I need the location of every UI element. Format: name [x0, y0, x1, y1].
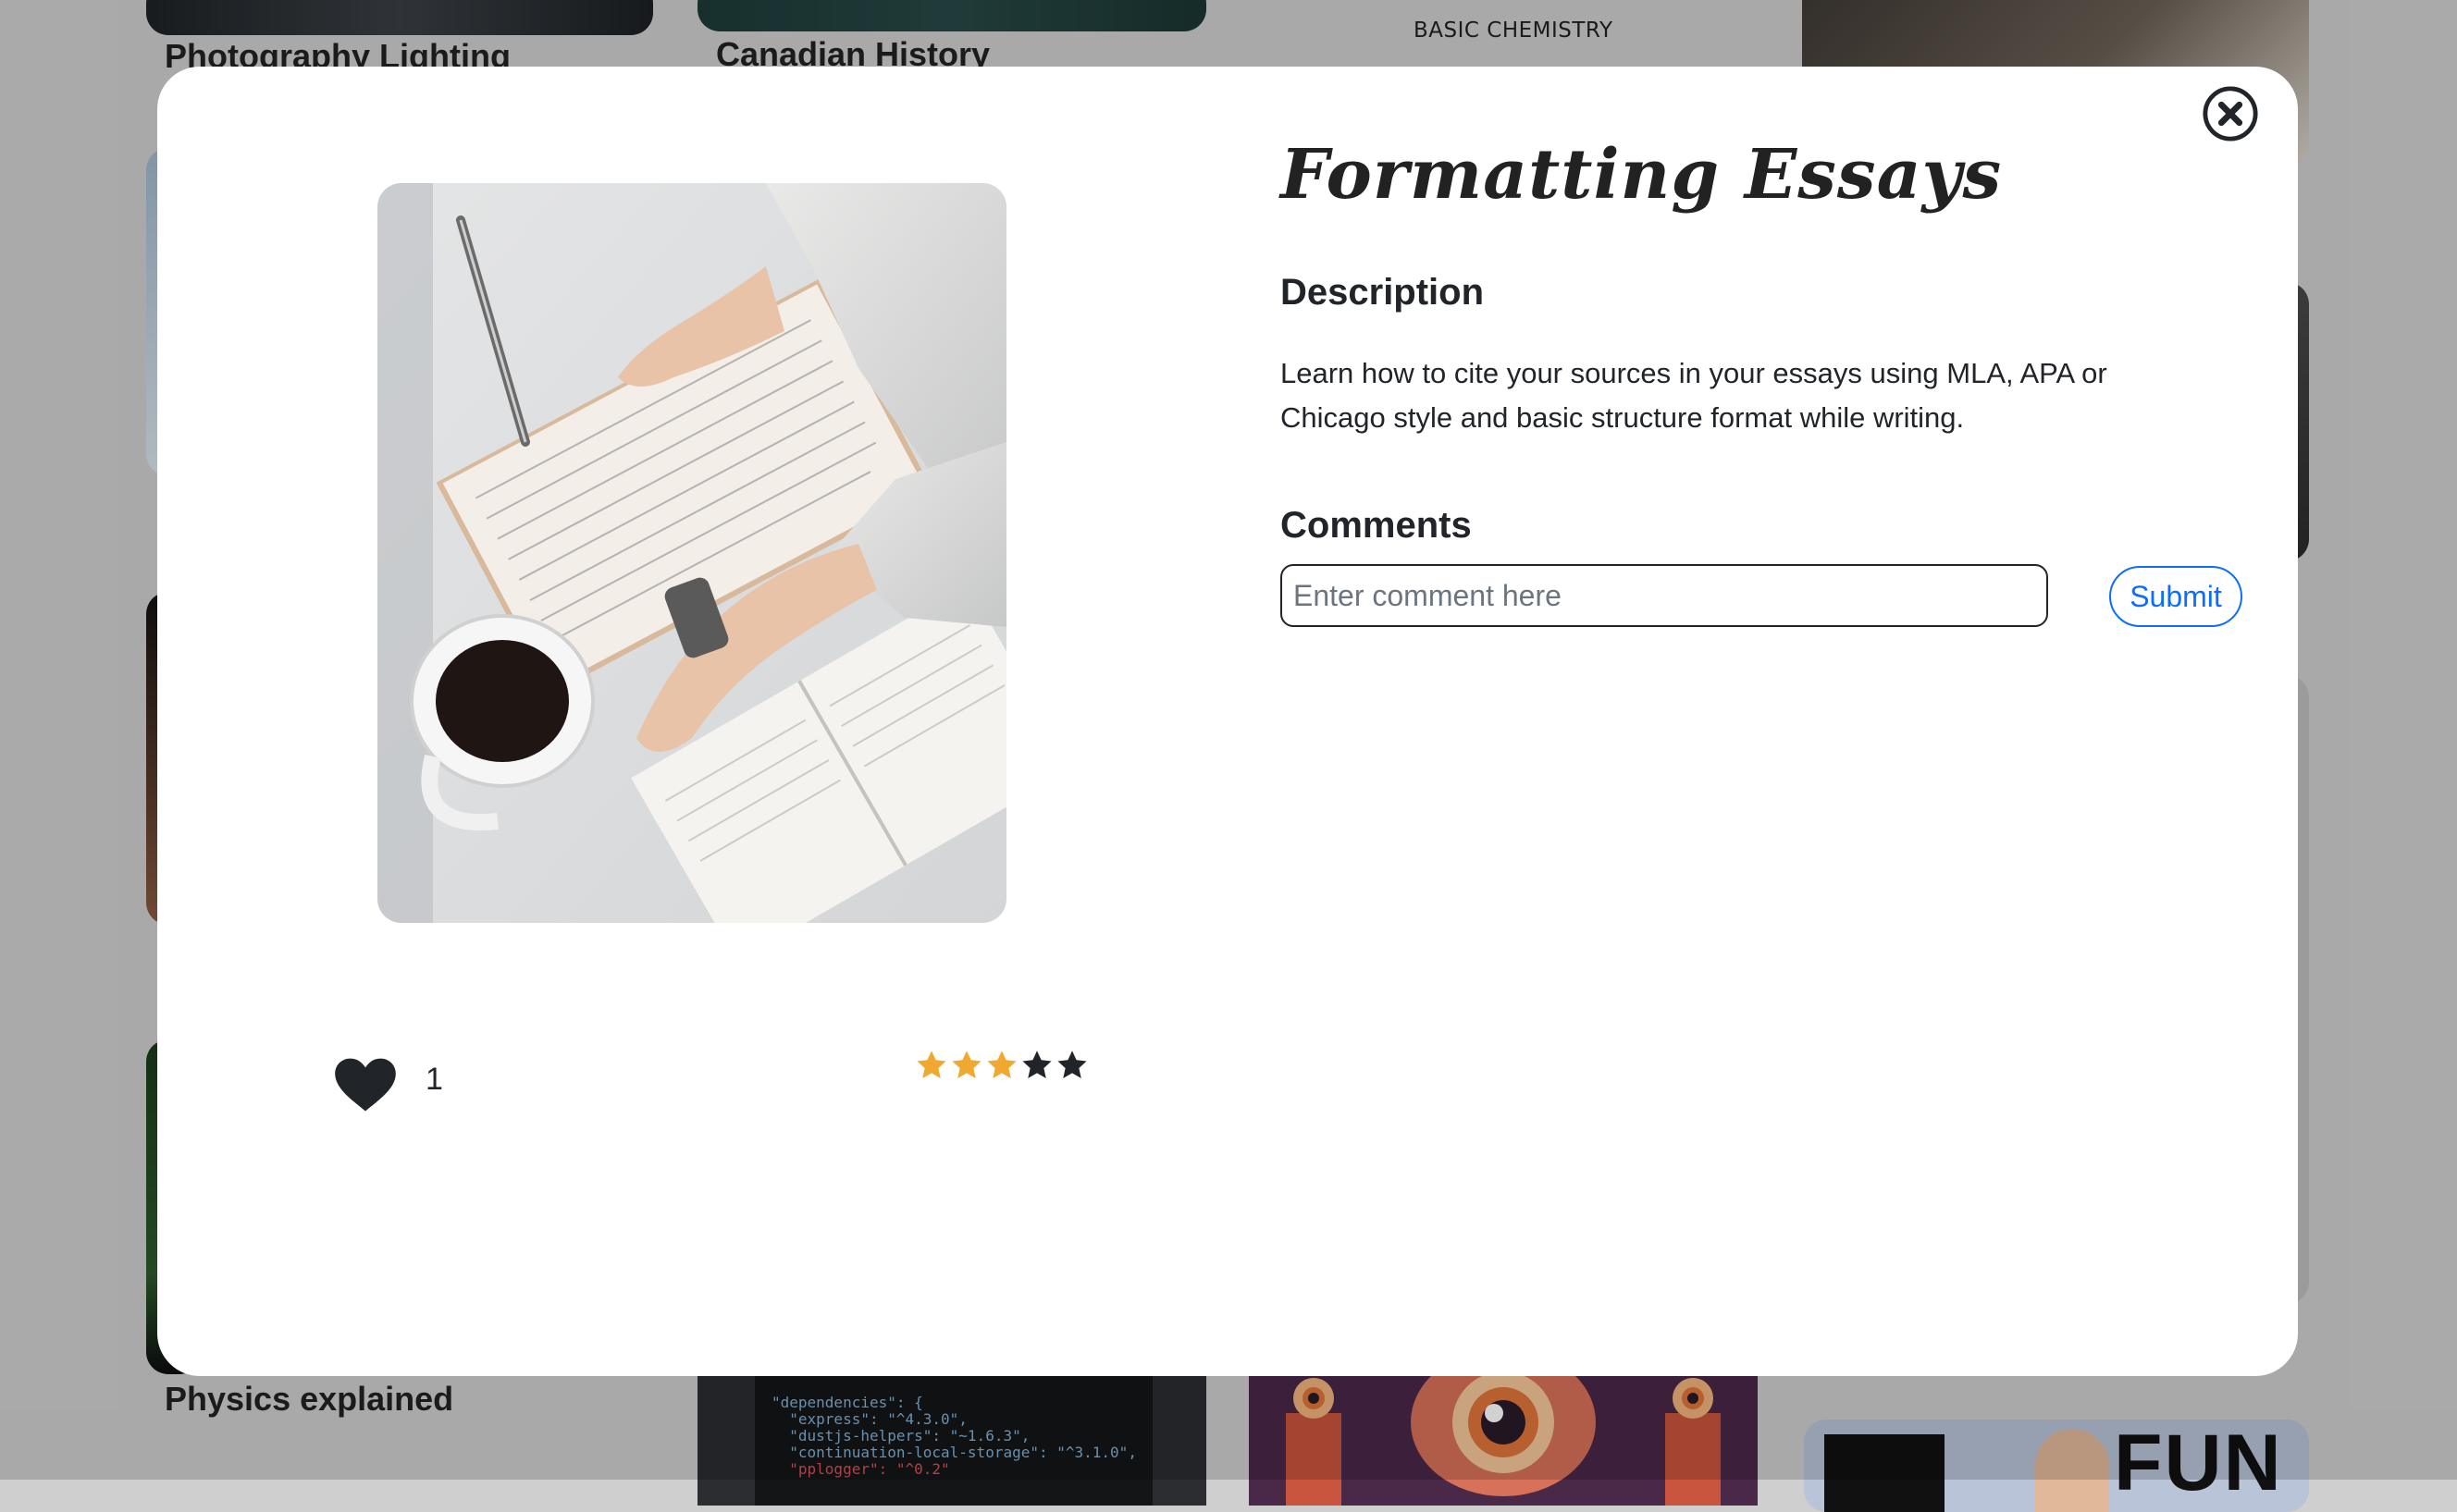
writing-notebook-photo: [377, 183, 1006, 923]
star-icon[interactable]: [985, 1049, 1019, 1082]
course-title: Formatting Essays: [1280, 135, 2003, 215]
star-icon[interactable]: [1020, 1049, 1054, 1082]
star-icon[interactable]: [915, 1049, 948, 1082]
description-heading: Description: [1280, 272, 1485, 313]
course-description: Learn how to cite your sources in your e…: [1280, 357, 2107, 434]
submit-button[interactable]: Submit: [2109, 566, 2242, 627]
course-detail-modal: 1 Formatting Essays Description Learn ho…: [157, 67, 2298, 1376]
star-icon[interactable]: [1056, 1049, 1089, 1082]
heart-icon[interactable]: [333, 1056, 398, 1113]
comments-heading: Comments: [1280, 505, 1472, 546]
star-rating[interactable]: [915, 1049, 1089, 1082]
star-icon[interactable]: [950, 1049, 983, 1082]
comment-input[interactable]: [1280, 564, 2048, 627]
course-image: [377, 183, 1006, 923]
like-section: 1: [333, 1056, 443, 1113]
close-icon[interactable]: [2202, 85, 2259, 142]
like-count: 1: [426, 1061, 443, 1097]
